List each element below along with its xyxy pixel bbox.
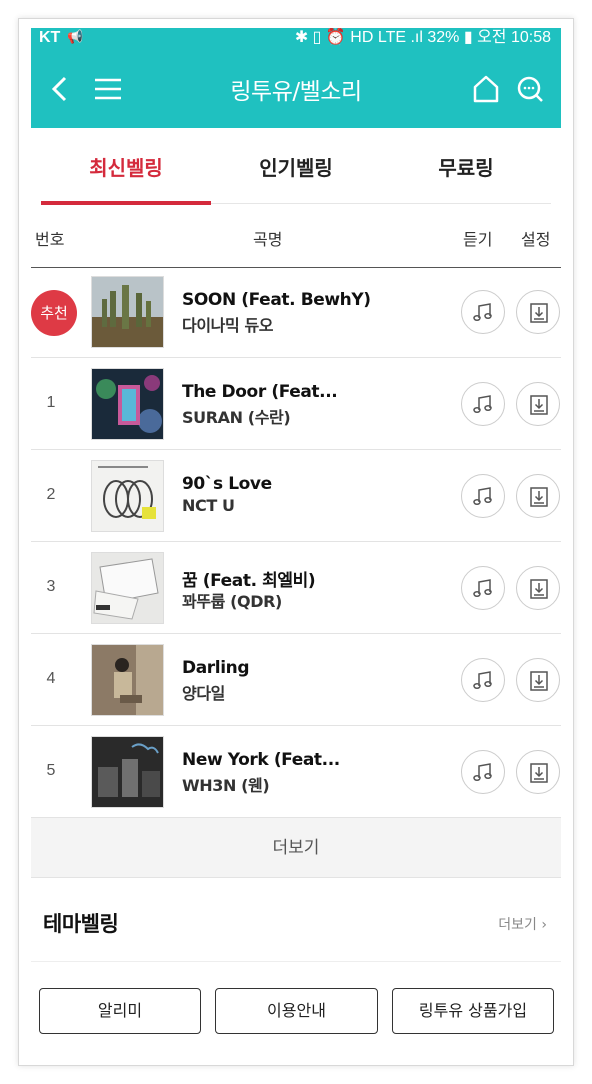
song-title: New York (Feat... [182, 750, 340, 770]
list-item[interactable]: 4 Darling 양다일 [31, 634, 561, 726]
status-indicators: ✱ ▯ ⏰ HD LTE .ıl 32% ▮ 오전 10:58 [294, 29, 551, 46]
list-item[interactable]: 1 The Door (Feat... SURAN (수란) [31, 358, 561, 450]
rank-number: 5 [46, 762, 56, 779]
theme-section: 테마벨링 더보기 › [31, 878, 561, 962]
notifier-button[interactable]: 알리미 [39, 988, 201, 1034]
search-chat-icon[interactable] [515, 72, 545, 106]
carrier-label: KT [39, 29, 61, 46]
album-art [91, 736, 164, 808]
artist-name: 꽈뚜룹 (QDR) [182, 592, 282, 611]
download-icon[interactable] [516, 382, 560, 426]
tab-free[interactable]: 무료링 [381, 152, 551, 181]
status-bar: KT 📢 ✱ ▯ ⏰ HD LTE .ıl 32% ▮ 오전 10:58 [31, 28, 561, 48]
megaphone-icon: 📢 [67, 30, 84, 45]
home-icon[interactable] [471, 72, 501, 106]
usage-guide-button[interactable]: 이용안내 [215, 988, 378, 1034]
album-art [91, 276, 164, 348]
music-note-icon[interactable] [461, 474, 505, 518]
theme-more-link[interactable]: 더보기 › [498, 914, 547, 934]
music-note-icon[interactable] [461, 658, 505, 702]
list-item[interactable]: 2 90`s Love NCT U [31, 450, 561, 542]
rank-number: 4 [46, 670, 56, 687]
more-button[interactable]: 더보기 [31, 818, 561, 878]
album-art [91, 644, 164, 716]
artist-name: SURAN (수란) [182, 408, 291, 427]
music-note-icon[interactable] [461, 566, 505, 610]
col-num: 번호 [35, 230, 65, 249]
list-header: 번호 곡명 듣기 설정 [31, 204, 561, 268]
tab-bar: 최신벨링 인기벨링 무료링 [41, 138, 551, 205]
list-item[interactable]: 3 꿈 (Feat. 최엘비) 꽈뚜룹 (QDR) [31, 542, 561, 634]
app-bar: 링투유/벨소리 [31, 48, 561, 128]
list-item[interactable]: 추천 SOON (Feat. BewhY) 다이나믹 듀오 [31, 266, 561, 358]
album-art [91, 368, 164, 440]
song-title: 90`s Love [182, 474, 272, 494]
music-note-icon[interactable] [461, 750, 505, 794]
song-title: SOON (Feat. BewhY) [182, 290, 371, 310]
artist-name: 양다일 [182, 684, 225, 703]
artist-name: 다이나믹 듀오 [182, 316, 274, 335]
col-title: 곡명 [253, 230, 283, 249]
tab-latest[interactable]: 최신벨링 [41, 152, 211, 181]
music-note-icon[interactable] [461, 382, 505, 426]
download-icon[interactable] [516, 566, 560, 610]
artist-name: NCT U [182, 496, 235, 515]
col-listen: 듣기 [463, 230, 493, 249]
song-title: Darling [182, 658, 250, 678]
download-icon[interactable] [516, 750, 560, 794]
col-set: 설정 [521, 230, 551, 249]
tab-popular[interactable]: 인기벨링 [211, 152, 381, 181]
rank-number: 1 [46, 394, 56, 411]
subscribe-button[interactable]: 링투유 상품가입 [392, 988, 554, 1034]
download-icon[interactable] [516, 474, 560, 518]
album-art [91, 460, 164, 532]
music-note-icon[interactable] [461, 290, 505, 334]
recommend-badge: 추천 [31, 290, 77, 336]
album-art [91, 552, 164, 624]
download-icon[interactable] [516, 290, 560, 334]
rank-number: 3 [46, 578, 56, 595]
rank-number: 2 [46, 486, 56, 503]
list-item[interactable]: 5 New York (Feat... WH3N (웬) [31, 726, 561, 818]
theme-heading: 테마벨링 [43, 912, 119, 936]
download-icon[interactable] [516, 658, 560, 702]
phone-screen: KT 📢 ✱ ▯ ⏰ HD LTE .ıl 32% ▮ 오전 10:58 링투유… [31, 28, 561, 1054]
artist-name: WH3N (웬) [182, 776, 270, 795]
song-title: The Door (Feat... [182, 382, 338, 402]
